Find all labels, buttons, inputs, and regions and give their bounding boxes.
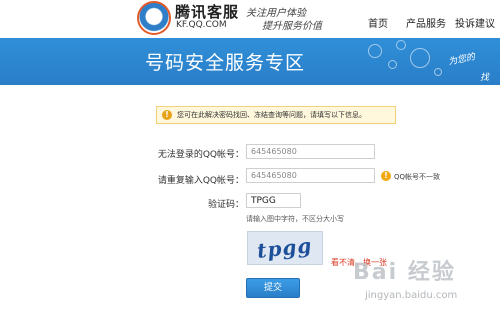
captcha-image[interactable]: tpgg	[247, 231, 323, 265]
tencent-logo-icon[interactable]	[137, 1, 171, 35]
page-title: 号码安全服务专区	[145, 52, 306, 74]
qq-account-label: 无法登录的QQ帐号：	[157, 150, 244, 160]
qq-repeat-label: 请重复输入QQ帐号：	[157, 176, 244, 186]
captcha-label: 验证码：	[207, 200, 244, 210]
nav-products[interactable]: 产品服务	[406, 15, 446, 30]
info-notice: ! 您可在此解决密码找回、冻结查询等问题，请填写以下信息。	[156, 106, 396, 124]
qq-repeat-input[interactable]	[246, 168, 375, 183]
site-header: 腾讯客服 KF.QQ.COM 关注用户体验 提升服务价值 首页 产品服务 投诉建…	[0, 0, 500, 38]
qq-account-input[interactable]	[246, 144, 375, 159]
decorative-bubble-icon	[396, 40, 406, 50]
banner-handwriting: 为您的	[447, 52, 477, 68]
notice-text: 您可在此解决密码找回、冻结查询等问题，请填写以下信息。	[177, 111, 366, 119]
page-banner: 号码安全服务专区 为您的 找	[0, 38, 500, 85]
nav-feedback[interactable]: 投诉建议	[455, 15, 495, 30]
logo-subtitle: KF.QQ.COM	[176, 20, 227, 30]
nav-home[interactable]: 首页	[368, 15, 388, 30]
decorative-bubble-icon	[434, 68, 442, 76]
captcha-image-text: tpgg	[255, 233, 314, 263]
captcha-hint: 请输入图中字符，不区分大小写	[246, 215, 344, 223]
warning-icon: !	[381, 171, 391, 181]
banner-handwriting-2: 找	[480, 73, 490, 83]
slogan-line-2: 提升服务价值	[262, 21, 322, 32]
baidu-watermark: Bai 经验	[353, 260, 456, 285]
submit-button[interactable]: 提交	[246, 278, 300, 298]
decorative-bubble-icon	[410, 48, 430, 68]
captcha-input[interactable]	[246, 193, 301, 208]
info-icon: !	[162, 110, 172, 120]
mismatch-message: QQ帐号不一致	[394, 173, 441, 181]
decorative-bubble-icon	[388, 60, 397, 69]
logo-title[interactable]: 腾讯客服	[175, 1, 239, 22]
watermark-url: jingyan.baidu.com	[365, 290, 458, 301]
decorative-bubble-icon	[368, 44, 382, 58]
